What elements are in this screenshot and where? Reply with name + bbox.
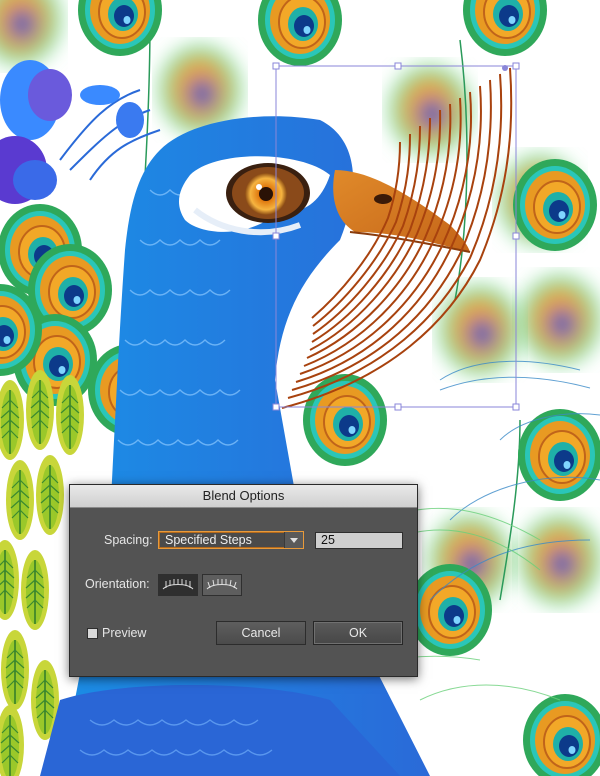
preview-checkbox[interactable] xyxy=(87,628,98,639)
align-to-path-icon xyxy=(206,579,238,590)
blend-options-dialog: Blend Options Spacing: Specified Steps 2… xyxy=(69,484,418,677)
align-to-page-button[interactable] xyxy=(158,574,198,596)
steps-input[interactable]: 25 xyxy=(315,532,403,549)
spacing-dropdown[interactable]: Specified Steps xyxy=(158,531,304,549)
cancel-button[interactable]: Cancel xyxy=(216,621,306,645)
spacing-label: Spacing: xyxy=(104,533,153,547)
chevron-down-icon[interactable] xyxy=(284,532,303,548)
align-to-path-button[interactable] xyxy=(202,574,242,596)
preview-label: Preview xyxy=(102,626,147,640)
dialog-title: Blend Options xyxy=(70,485,417,508)
ok-button[interactable]: OK xyxy=(313,621,403,645)
align-to-page-icon xyxy=(162,579,194,590)
spacing-value: Specified Steps xyxy=(165,533,252,547)
orientation-label: Orientation: xyxy=(85,577,150,591)
